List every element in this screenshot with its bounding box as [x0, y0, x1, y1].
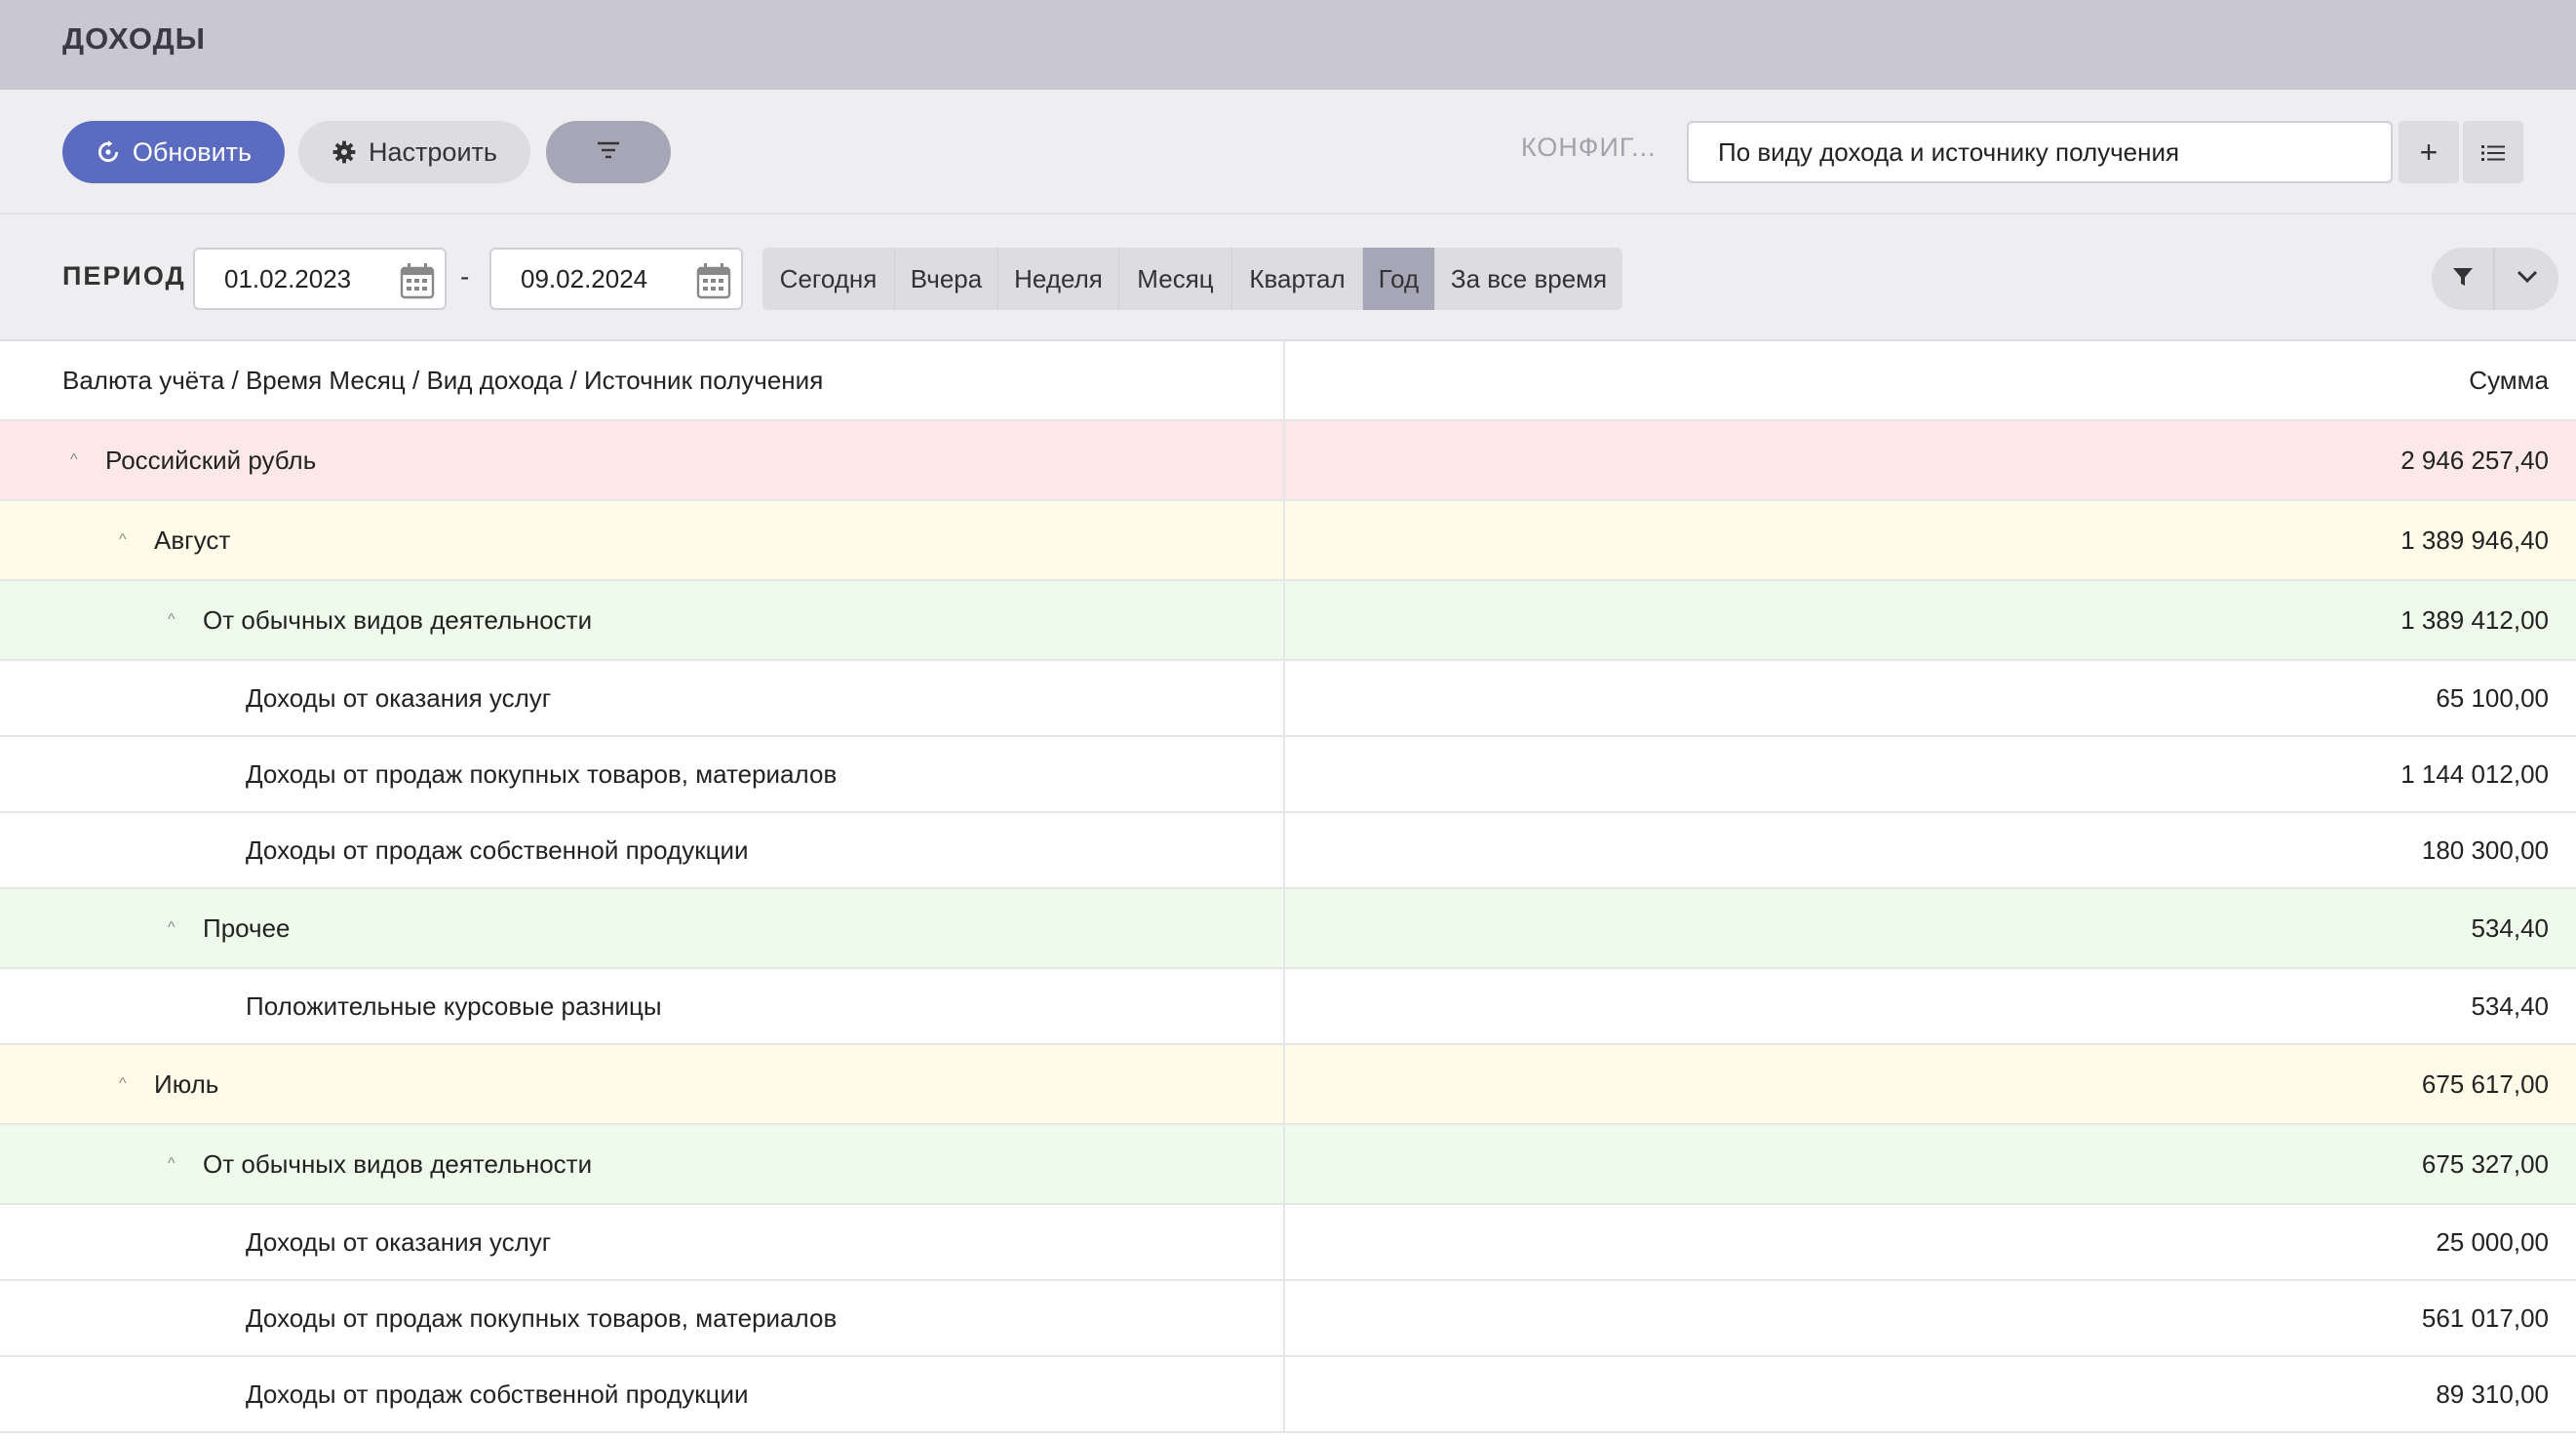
table-row[interactable]: Доходы от продаж покупных товаров, матер… [0, 737, 2576, 813]
table-row[interactable]: ^ Июль 675 617,00 [0, 1045, 2576, 1125]
table-row[interactable]: Доходы от оказания услуг 65 100,00 [0, 661, 2576, 737]
row-label: Российский рубль [105, 445, 317, 475]
chevron-up-icon[interactable]: ^ [119, 1075, 133, 1093]
preset-year[interactable]: Год [1363, 248, 1435, 310]
calendar-icon[interactable] [696, 261, 731, 320]
row-label: Доходы от продаж собственной продукции [246, 835, 749, 865]
row-label: Доходы от оказания услуг [246, 1226, 552, 1257]
table-row[interactable]: ^ От обычных видов деятельности 675 327,0… [0, 1125, 2576, 1205]
config-label: КОНФИГ... [1521, 133, 1657, 162]
title-bar: ДОХОДЫ [0, 0, 2576, 90]
table-row[interactable]: Доходы от продаж собственной продукции 1… [0, 813, 2576, 889]
row-amount: 561 017,00 [2421, 1302, 2549, 1333]
row-label: Прочее [203, 913, 291, 943]
table-row[interactable]: Доходы от продаж собственной продукции 8… [0, 1357, 2576, 1433]
chevron-up-icon[interactable]: ^ [70, 451, 84, 469]
config-select[interactable]: По виду дохода и источнику получения [1687, 121, 2393, 183]
config-list-button[interactable] [2463, 121, 2523, 183]
expand-filters-button[interactable] [2495, 248, 2558, 310]
gear-icon [332, 139, 357, 165]
refresh-button[interactable]: Обновить [62, 121, 285, 183]
row-label: Август [154, 524, 231, 555]
table-row[interactable]: ^ Август 1 389 946,40 [0, 501, 2576, 581]
table-row[interactable]: Доходы от продаж покупных товаров, матер… [0, 1281, 2576, 1357]
configure-button[interactable]: Настроить [298, 121, 530, 183]
filter-controls [2432, 248, 2558, 310]
table-header: Валюта учёта / Время Месяц / Вид дохода … [0, 341, 2576, 421]
preset-yesterday[interactable]: Вчера [895, 248, 998, 310]
column-header-sum[interactable]: Сумма [1285, 341, 2576, 419]
row-label: От обычных видов деятельности [203, 1148, 593, 1179]
chevron-up-icon[interactable]: ^ [168, 611, 181, 629]
date-from-value: 01.02.2023 [224, 264, 352, 293]
row-amount: 675 327,00 [2421, 1148, 2549, 1179]
row-amount: 1 144 012,00 [2400, 758, 2549, 789]
row-label: Доходы от продаж собственной продукции [246, 1379, 749, 1409]
row-label: Доходы от продаж покупных товаров, матер… [246, 1302, 838, 1333]
row-amount: 180 300,00 [2421, 835, 2549, 865]
row-amount: 2 946 257,40 [2400, 445, 2549, 475]
date-to-input[interactable]: 09.02.2024 [489, 248, 743, 310]
date-to-value: 09.02.2024 [521, 264, 648, 293]
preset-today[interactable]: Сегодня [762, 248, 895, 310]
row-amount: 675 617,00 [2421, 1068, 2549, 1099]
sort-lines-icon [595, 137, 622, 168]
income-table: Валюта учёта / Время Месяц / Вид дохода … [0, 341, 2576, 1433]
preset-quarter[interactable]: Квартал [1232, 248, 1363, 310]
table-row[interactable]: ^ От обычных видов деятельности 1 389 412… [0, 581, 2576, 661]
row-amount: 1 389 946,40 [2400, 524, 2549, 555]
period-bar: ПЕРИОД 01.02.2023 - 09.02.2024 Сегодня В… [0, 214, 2576, 341]
column-header-grouping[interactable]: Валюта учёта / Время Месяц / Вид дохода … [0, 341, 1285, 419]
preset-week[interactable]: Неделя [998, 248, 1119, 310]
row-label: Июль [154, 1068, 219, 1099]
preset-all-time[interactable]: За все время [1435, 248, 1622, 310]
table-row[interactable]: ^ Прочее 534,40 [0, 889, 2576, 969]
row-amount: 89 310,00 [2436, 1379, 2549, 1409]
row-label: Положительные курсовые разницы [246, 990, 662, 1021]
row-label: Доходы от оказания услуг [246, 682, 552, 713]
row-amount: 1 389 412,00 [2400, 604, 2549, 635]
plus-icon: + [2419, 134, 2439, 170]
table-row[interactable]: Положительные курсовые разницы 534,40 [0, 969, 2576, 1045]
row-label: Доходы от продаж покупных товаров, матер… [246, 758, 838, 789]
refresh-icon [96, 139, 121, 165]
calendar-icon[interactable] [400, 261, 435, 320]
list-icon [2480, 135, 2506, 171]
date-separator: - [460, 261, 470, 291]
chevron-up-icon[interactable]: ^ [168, 919, 181, 937]
page-title: ДОХОДЫ [62, 21, 207, 56]
row-amount: 65 100,00 [2436, 682, 2549, 713]
toolbar: Обновить Настроить КОНФИГ... По виду дох… [0, 90, 2576, 214]
date-from-input[interactable]: 01.02.2023 [193, 248, 447, 310]
row-amount: 534,40 [2471, 913, 2549, 943]
filter-button[interactable] [2432, 248, 2495, 310]
sort-button[interactable] [546, 121, 671, 183]
add-config-button[interactable]: + [2399, 121, 2459, 183]
preset-month[interactable]: Месяц [1119, 248, 1232, 310]
configure-label: Настроить [369, 136, 497, 167]
period-label: ПЕРИОД [62, 261, 186, 291]
row-amount: 534,40 [2471, 990, 2549, 1021]
chevron-down-icon [2517, 270, 2538, 289]
row-amount: 25 000,00 [2436, 1226, 2549, 1257]
table-row[interactable]: ^ Российский рубль 2 946 257,40 [0, 421, 2576, 501]
chevron-up-icon[interactable]: ^ [168, 1155, 181, 1173]
filter-icon [2451, 265, 2475, 293]
table-row[interactable]: Доходы от оказания услуг 25 000,00 [0, 1205, 2576, 1281]
chevron-up-icon[interactable]: ^ [119, 531, 133, 549]
row-label: От обычных видов деятельности [203, 604, 593, 635]
refresh-label: Обновить [132, 136, 253, 167]
